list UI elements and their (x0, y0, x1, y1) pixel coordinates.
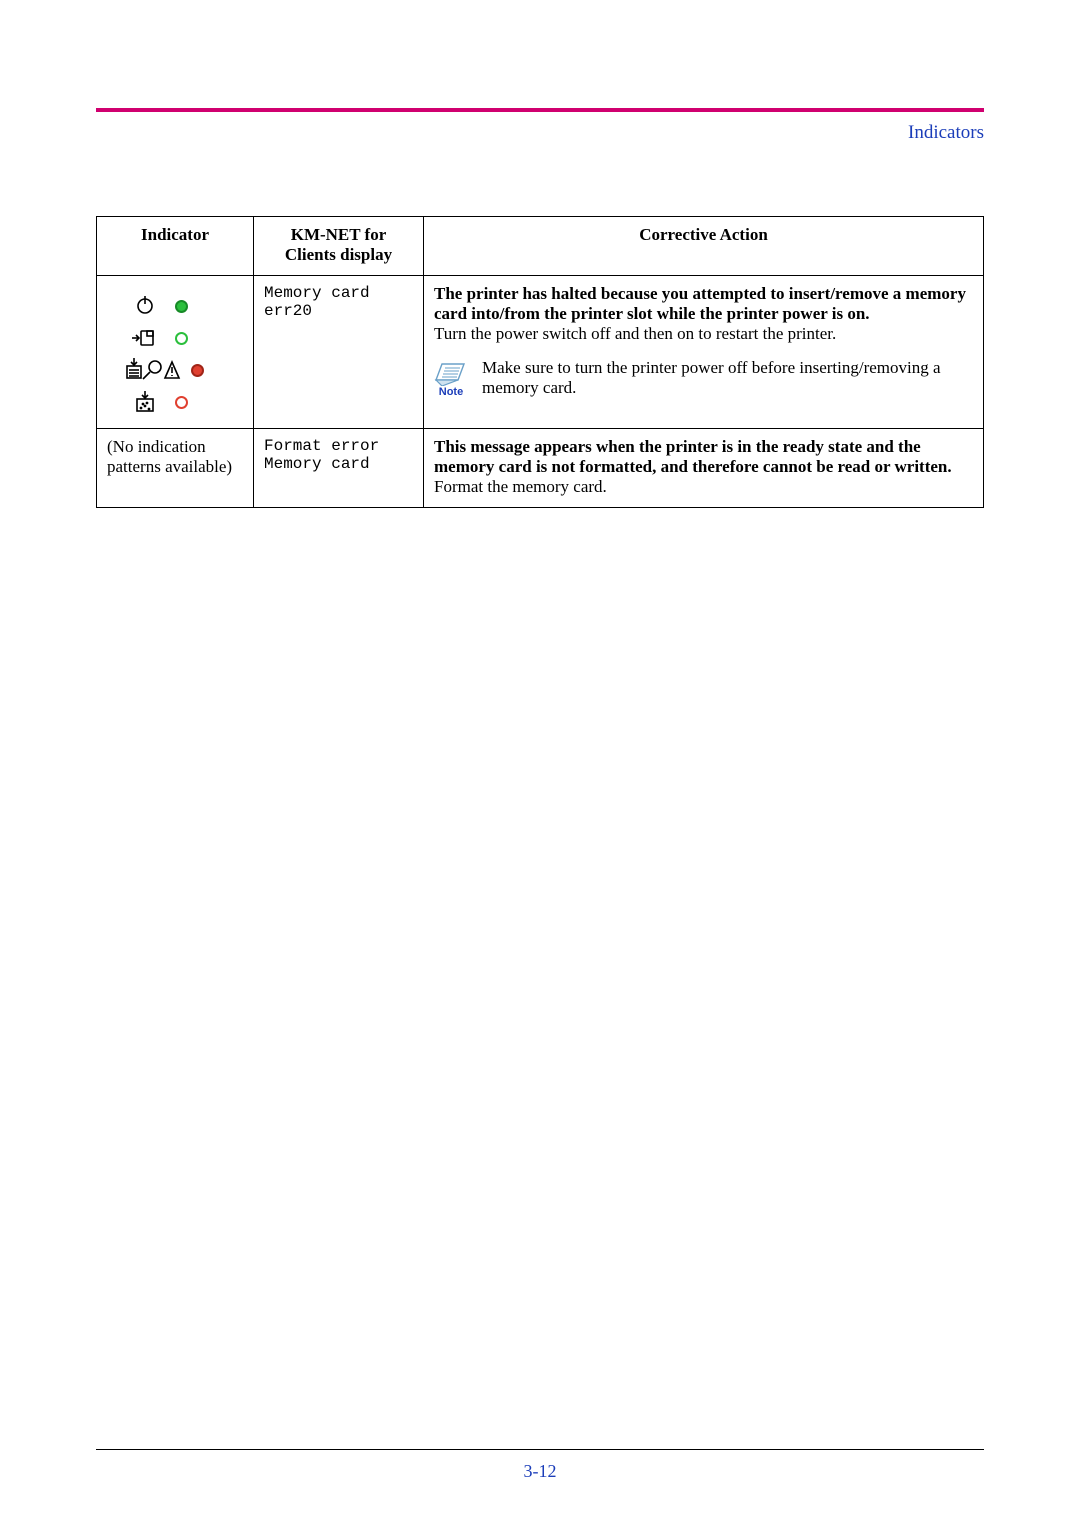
led-toner (175, 396, 188, 409)
indicators-table: Indicator KM-NET for Clients display Cor… (96, 216, 984, 508)
action-2-text: Format the memory card. (434, 477, 607, 496)
cell-kmnet-2: Format error Memory card (254, 429, 424, 508)
note-text: Make sure to turn the printer power off … (482, 358, 973, 398)
cell-indicator-2: (No indication patterns available) (97, 429, 254, 508)
note-label: Note (439, 386, 463, 398)
led-ready (175, 300, 188, 313)
panel-row-paper (123, 354, 243, 386)
indicator-led-panel (107, 284, 243, 418)
panel-row-ready (123, 290, 243, 322)
kmnet-2-line1: Format error (264, 437, 379, 455)
table-row: Memory card err20 The printer has halted… (97, 276, 984, 429)
action-2-bold: This message appears when the printer is… (434, 437, 952, 476)
paper-attention-icon (123, 358, 183, 382)
action-1-text: Turn the power switch off and then on to… (434, 324, 836, 343)
col-action: Corrective Action (424, 217, 984, 276)
col-kmnet-line2: Clients display (285, 245, 392, 264)
header-section-label: Indicators (96, 112, 984, 144)
led-data (175, 332, 188, 345)
page: Indicators Indicator KM-NET for Clients … (0, 0, 1080, 1528)
cell-action-1: The printer has halted because you attem… (424, 276, 984, 429)
toner-icon (123, 391, 167, 413)
cell-indicator-panel (97, 276, 254, 429)
panel-row-data (123, 322, 243, 354)
note-icon: Note (434, 358, 468, 398)
led-attention (191, 364, 204, 377)
table-header-row: Indicator KM-NET for Clients display Cor… (97, 217, 984, 276)
panel-row-toner (123, 386, 243, 418)
cell-action-2: This message appears when the printer is… (424, 429, 984, 508)
cell-kmnet-1: Memory card err20 (254, 276, 424, 429)
note-block: Note Make sure to turn the printer power… (434, 358, 973, 398)
action-1-bold: The printer has halted because you attem… (434, 284, 966, 323)
footer-rule (96, 1449, 984, 1450)
col-kmnet-line1: KM-NET for (291, 225, 387, 244)
page-number: 3-12 (0, 1461, 1080, 1482)
ready-icon (123, 296, 167, 316)
col-indicator: Indicator (97, 217, 254, 276)
data-icon (123, 328, 167, 348)
col-kmnet: KM-NET for Clients display (254, 217, 424, 276)
table-row: (No indication patterns available) Forma… (97, 429, 984, 508)
kmnet-2-line2: Memory card (264, 455, 370, 473)
